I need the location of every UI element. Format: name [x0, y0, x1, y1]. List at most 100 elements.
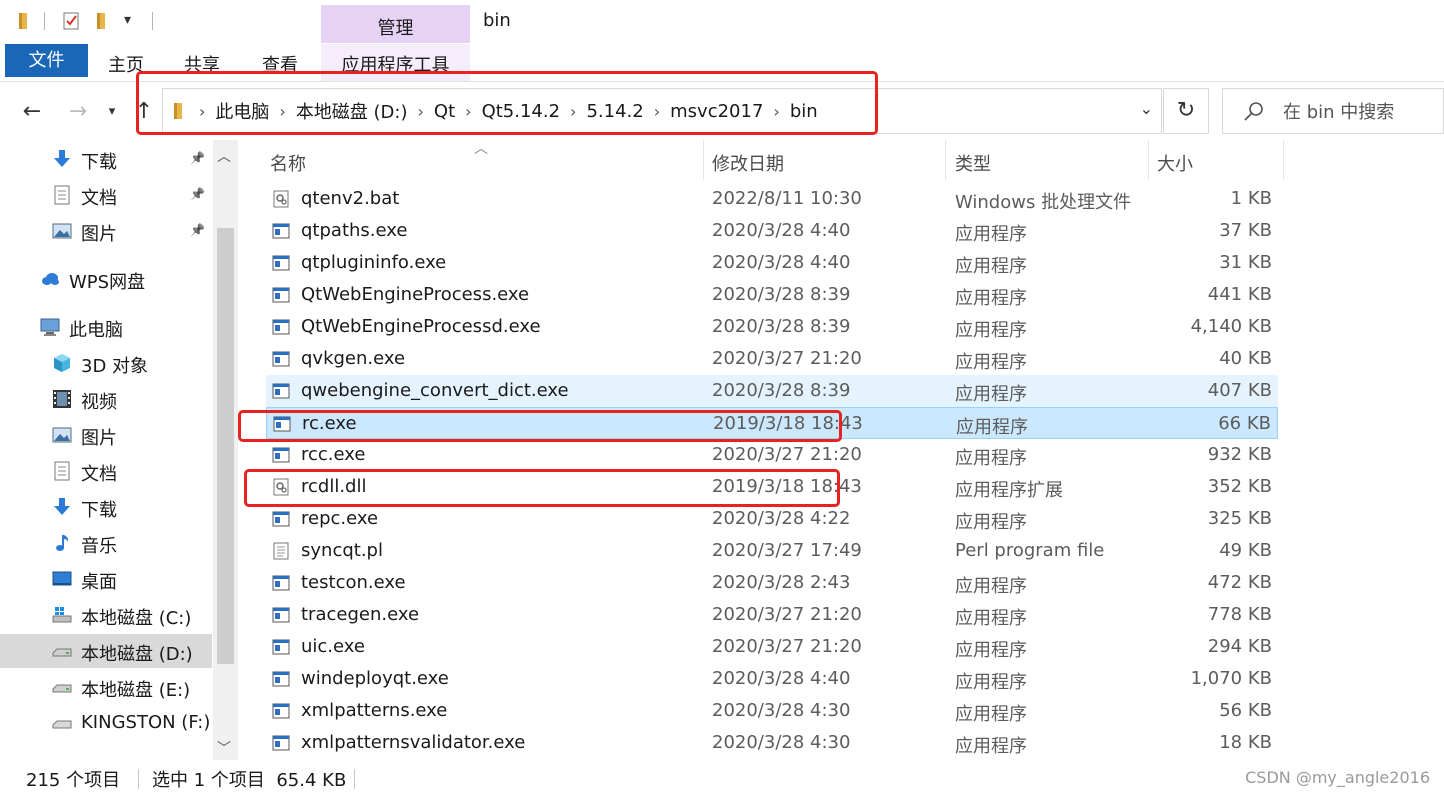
tab-application-tools[interactable]: 应用程序工具 [321, 44, 470, 81]
file-date: 2020/3/28 4:22 [712, 508, 851, 529]
table-row[interactable]: qtpaths.exe 2020/3/28 4:40 应用程序 37 KB [266, 215, 1278, 247]
file-type: 应用程序 [955, 576, 1027, 597]
file-name: qwebengine_convert_dict.exe [301, 380, 569, 401]
sidebar-item[interactable]: 文档 📌 [0, 178, 212, 212]
file-size: 56 KB [1219, 700, 1272, 721]
sidebar-item[interactable]: 下载 📌 [0, 142, 212, 176]
column-size[interactable]: 大小 [1157, 150, 1193, 176]
music-icon [52, 533, 72, 553]
breadcrumb-chevron-icon[interactable]: › [418, 102, 424, 121]
exe-file-icon [272, 318, 290, 336]
breadcrumb-chevron-icon[interactable]: › [654, 102, 660, 121]
file-date: 2020/3/28 4:30 [712, 732, 851, 753]
breadcrumb-item[interactable]: bin [790, 101, 818, 122]
breadcrumb-chevron-icon[interactable]: › [465, 102, 471, 121]
tab-share[interactable]: 共享 [184, 51, 220, 77]
sidebar-item[interactable]: 本地磁盘 (E:) [0, 670, 212, 704]
exe-file-icon [272, 702, 290, 720]
file-size: 49 KB [1219, 540, 1272, 561]
column-type[interactable]: 类型 [955, 150, 991, 176]
breadcrumb-chevron-icon[interactable]: › [773, 102, 779, 121]
file-name: rcdll.dll [301, 476, 367, 497]
sidebar-item[interactable]: 图片 [0, 418, 212, 452]
table-row[interactable]: qtenv2.bat 2022/8/11 10:30 Windows 批处理文件 1 … [266, 183, 1278, 215]
table-row[interactable]: rcdll.dll 2019/3/18 18:43 应用程序扩展 352 KB [266, 471, 1278, 503]
sidebar-item[interactable]: 下载 [0, 490, 212, 524]
sidebar-item[interactable]: 3D 对象 [0, 346, 212, 380]
column-divider[interactable] [1148, 140, 1149, 180]
file-name: rc.exe [302, 413, 357, 434]
column-date[interactable]: 修改日期 [712, 150, 784, 176]
sidebar-item[interactable]: 本地磁盘 (C:) [0, 598, 212, 632]
recent-locations-button[interactable]: ▾ [98, 98, 126, 126]
sidebar-item-label: 图片 [81, 428, 117, 449]
tab-view[interactable]: 查看 [262, 51, 298, 77]
file-size: 31 KB [1219, 252, 1272, 273]
sidebar-item-label: 音乐 [81, 536, 117, 557]
breadcrumb-item[interactable]: 5.14.2 [586, 101, 643, 122]
refresh-button[interactable]: ↻ [1163, 88, 1209, 134]
breadcrumb-chevron-icon[interactable]: › [570, 102, 576, 121]
breadcrumb-item[interactable]: 此电脑 [215, 98, 269, 124]
table-row[interactable]: qwebengine_convert_dict.exe 2020/3/28 8:3… [266, 375, 1278, 407]
forward-button[interactable]: → [64, 98, 92, 126]
column-divider[interactable] [1283, 140, 1284, 180]
scroll-thumb[interactable] [217, 228, 234, 664]
table-row[interactable]: repc.exe 2020/3/28 4:22 应用程序 325 KB [266, 503, 1278, 535]
back-button[interactable]: ← [18, 98, 46, 126]
table-row[interactable]: xmlpatterns.exe 2020/3/28 4:30 应用程序 56 KB [266, 695, 1278, 727]
column-name[interactable]: 名称 [270, 150, 306, 176]
column-divider[interactable] [945, 140, 946, 180]
table-row[interactable]: qtplugininfo.exe 2020/3/28 4:40 应用程序 31 KB [266, 247, 1278, 279]
batch-file-icon [272, 190, 290, 208]
sidebar-item[interactable]: 音乐 [0, 526, 212, 560]
sidebar-item[interactable]: WPS网盘 [0, 262, 212, 296]
breadcrumb-item[interactable]: msvc2017 [670, 101, 763, 122]
sidebar-item[interactable]: KINGSTON (F:) [0, 706, 212, 740]
tab-home[interactable]: 主页 [108, 51, 144, 77]
new-folder-icon[interactable] [94, 12, 112, 30]
sidebar-item[interactable]: 此电脑 [0, 310, 212, 344]
table-row[interactable]: QtWebEngineProcessd.exe 2020/3/28 8:39 应用程… [266, 311, 1278, 343]
chevron-down-icon[interactable]: ⌄ [1140, 99, 1153, 118]
navigation-scrollbar[interactable]: ︿ ﹀ [213, 140, 238, 760]
table-row[interactable]: QtWebEngineProcess.exe 2020/3/28 8:39 应用程序… [266, 279, 1278, 311]
breadcrumb-chevron-icon[interactable]: › [199, 102, 205, 121]
table-row[interactable]: tracegen.exe 2020/3/27 21:20 应用程序 778 KB [266, 599, 1278, 631]
table-row[interactable]: rc.exe 2019/3/18 18:43 应用程序 66 KB [266, 407, 1278, 439]
file-name: tracegen.exe [301, 604, 420, 625]
table-row[interactable]: windeployqt.exe 2020/3/28 4:40 应用程序 1,070 K… [266, 663, 1278, 695]
scroll-down-icon[interactable]: ﹀ [217, 738, 231, 758]
breadcrumb-item[interactable]: 本地磁盘 (D:) [296, 98, 408, 124]
file-name: syncqt.pl [301, 540, 383, 561]
download-icon [52, 497, 72, 517]
search-input[interactable] [1281, 97, 1443, 127]
properties-icon[interactable] [62, 12, 80, 30]
table-row[interactable]: testcon.exe 2020/3/28 2:43 应用程序 472 KB [266, 567, 1278, 599]
search-box[interactable] [1222, 88, 1444, 134]
table-row[interactable]: xmlpatternsvalidator.exe 2020/3/28 4:30 应用… [266, 727, 1278, 759]
tab-file[interactable]: 文件 [5, 44, 88, 77]
sidebar-item[interactable]: 图片 📌 [0, 214, 212, 248]
table-row[interactable]: rcc.exe 2020/3/27 21:20 应用程序 932 KB [266, 439, 1278, 471]
breadcrumb-item[interactable]: Qt [434, 101, 455, 122]
table-row[interactable]: uic.exe 2020/3/27 21:20 应用程序 294 KB [266, 631, 1278, 663]
customize-quick-access-icon[interactable]: ▾ [124, 12, 131, 28]
breadcrumb-item[interactable]: Qt5.14.2 [482, 101, 560, 122]
sidebar-item[interactable]: 视频 [0, 382, 212, 416]
sidebar-item[interactable]: 文档 [0, 454, 212, 488]
status-divider [138, 769, 139, 789]
scroll-up-icon[interactable]: ︿ [217, 146, 231, 166]
quick-access-separator [44, 12, 45, 30]
column-divider[interactable] [703, 140, 704, 180]
address-bar[interactable]: › 此电脑 › 本地磁盘 (D:) › Qt › Qt5.14.2 › 5.14.2 › msvc20… [162, 88, 1162, 134]
table-row[interactable]: syncqt.pl 2020/3/27 17:49 Perl program fil… [266, 535, 1278, 567]
breadcrumb-chevron-icon[interactable]: › [279, 102, 285, 121]
sidebar-item[interactable]: 桌面 [0, 562, 212, 596]
sidebar-item[interactable]: 本地磁盘 (D:) [0, 634, 212, 668]
folder-icon[interactable] [16, 12, 34, 30]
file-name: QtWebEngineProcessd.exe [301, 316, 541, 337]
table-row[interactable]: qvkgen.exe 2020/3/27 21:20 应用程序 40 KB [266, 343, 1278, 375]
up-button[interactable]: ↑ [130, 98, 158, 126]
manage-contextual-tab[interactable]: 管理 [321, 5, 470, 43]
